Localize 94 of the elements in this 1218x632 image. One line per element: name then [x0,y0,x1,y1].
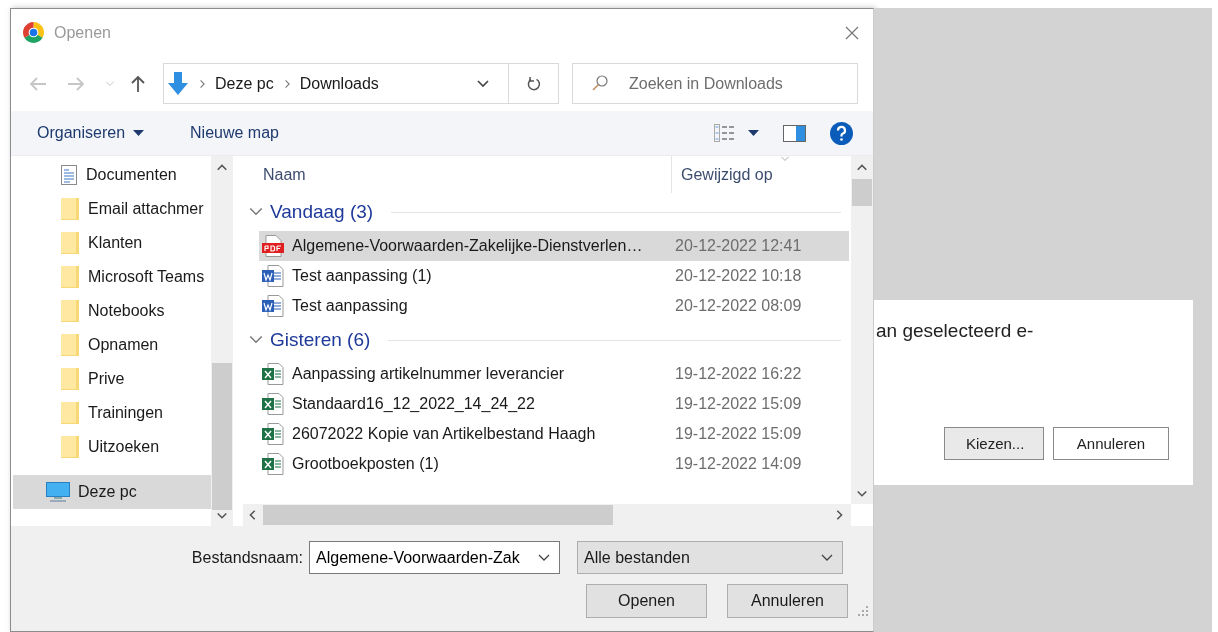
breadcrumb-item[interactable]: Downloads [299,74,379,93]
folder-icon [61,402,79,424]
folder-icon [61,198,79,220]
modified-date: 20-12-2022 12:41 [674,237,802,255]
app-icon [23,22,44,43]
filename-field[interactable]: Algemene-Voorwaarden-Zak [309,541,560,574]
file-name: Test aanpassing (1) [291,267,433,285]
file-name: Test aanpassing [291,297,409,315]
folder-icon [61,334,79,356]
spreadsheet-document-icon [262,363,284,385]
up-arrow-icon [129,74,147,93]
file-row[interactable]: 26072022 Kopie van Artikelbestand Haagh 19-12-2022 15:09 [259,419,849,449]
close-icon[interactable] [845,25,859,40]
file-row[interactable]: Test aanpassing (1) 20-12-2022 10:18 [259,261,849,291]
sidebar-item[interactable]: Prive [13,362,211,396]
modified-date: 20-12-2022 08:09 [674,297,802,315]
file-name: Standaard16_12_2022_14_24_22 [291,395,536,413]
back-button[interactable] [29,74,47,93]
new-folder-button[interactable]: Nieuwe map [190,124,279,142]
window-title: Openen [54,23,112,42]
view-options-button[interactable] [714,124,759,142]
sidebar-item[interactable]: Klanten [13,226,211,260]
modified-date: 19-12-2022 14:09 [674,455,802,473]
sidebar-item[interactable]: Trainingen [13,396,211,430]
search-field[interactable]: Zoeken in Downloads [572,63,858,104]
modified-date: 19-12-2022 15:09 [674,395,802,413]
folder-icon [61,266,79,288]
scrollbar[interactable] [851,156,873,504]
sidebar-item[interactable]: Documenten [13,158,211,192]
cancel-button[interactable]: Annuleren [1053,427,1169,460]
modified-date: 19-12-2022 15:09 [674,425,802,443]
open-button[interactable]: Openen [586,584,707,618]
file-row[interactable]: Algemene-Voorwaarden-Zakelijke-Dienstverlen… 20-12-2022 12:41 [259,231,849,261]
preview-pane-icon [783,124,806,142]
breadcrumb-item[interactable]: Deze pc [215,74,274,93]
text-document-icon [262,295,284,317]
sidebar-item[interactable]: Microsoft Teams [13,260,211,294]
folder-icon [61,232,79,254]
file-name: Aanpassing artikelnummer leverancier [291,365,566,383]
list-view-icon [714,124,736,142]
refresh-icon [526,75,541,92]
scrollbar-thumb[interactable] [852,179,872,206]
scrollbar[interactable] [211,156,233,526]
spreadsheet-document-icon [262,423,284,445]
spreadsheet-document-icon [262,453,284,475]
up-button[interactable] [129,74,147,93]
cancel-button[interactable]: Annuleren [727,584,848,618]
sidebar-item[interactable]: Email attachmer [13,192,211,226]
filename-label: Bestandsnaam: [190,548,304,567]
search-icon [592,75,608,91]
choose-button[interactable]: Kiezen... [944,427,1044,460]
file-name: 26072022 Kopie van Artikelbestand Haagh [291,425,597,443]
file-row[interactable]: Standaard16_12_2022_14_24_22 19-12-2022 15:09 [259,389,849,419]
preview-pane-button[interactable] [783,124,806,142]
sidebar-item[interactable]: Uitzoeken [13,430,211,464]
spreadsheet-document-icon [262,393,284,415]
download-arrow-icon [167,71,189,96]
file-row[interactable]: Grootboekposten (1) 19-12-2022 14:09 [259,449,849,479]
scrollbar-thumb[interactable] [212,362,232,510]
help-button[interactable] [830,121,853,145]
sort-indicator-icon [778,154,792,164]
text-document-icon [262,265,284,287]
modified-date: 20-12-2022 10:18 [674,267,802,285]
name-column-header[interactable]: Naam [243,156,671,193]
document-icon [61,165,77,185]
chevron-icon [197,78,207,89]
back-arrow-icon [29,74,47,93]
file-row[interactable]: Aanpassing artikelnummer leverancier 19-12-2022 16:22 [259,359,849,389]
sidebar-item[interactable]: Notebooks [13,294,211,328]
forward-button[interactable] [67,74,85,93]
file-name: Grootboekposten (1) [291,455,440,473]
scrollbar-thumb[interactable] [263,505,613,525]
file-row[interactable]: Test aanpassing 20-12-2022 08:09 [259,291,849,321]
folder-icon [61,436,79,458]
sidebar-item[interactable]: Deze pc [13,475,211,509]
pdf-document-icon [262,235,284,257]
forward-arrow-icon [67,74,85,93]
caret-icon [748,130,759,136]
group-header[interactable]: Gisteren (6) [270,329,371,351]
file-name: Algemene-Voorwaarden-Zakelijke-Dienstverlen… [291,237,644,255]
help-icon [830,121,853,145]
resize-grip-icon[interactable] [857,605,869,617]
group-header[interactable]: Vandaag (3) [270,201,374,223]
file-type-dropdown[interactable]: Alle bestanden [577,541,843,574]
modified-date: 19-12-2022 16:22 [674,365,802,383]
scrollbar[interactable] [243,504,851,526]
organize-button[interactable]: Organiseren [37,124,145,142]
folder-icon [61,300,79,322]
monitor-icon [46,482,70,502]
panel-text: an geselecteerd e- [876,320,1035,341]
sidebar-item[interactable]: Opnamen [13,328,211,362]
caret-icon [133,130,145,136]
address-bar[interactable]: Deze pc Downloads [163,63,559,104]
folder-icon [61,368,79,390]
